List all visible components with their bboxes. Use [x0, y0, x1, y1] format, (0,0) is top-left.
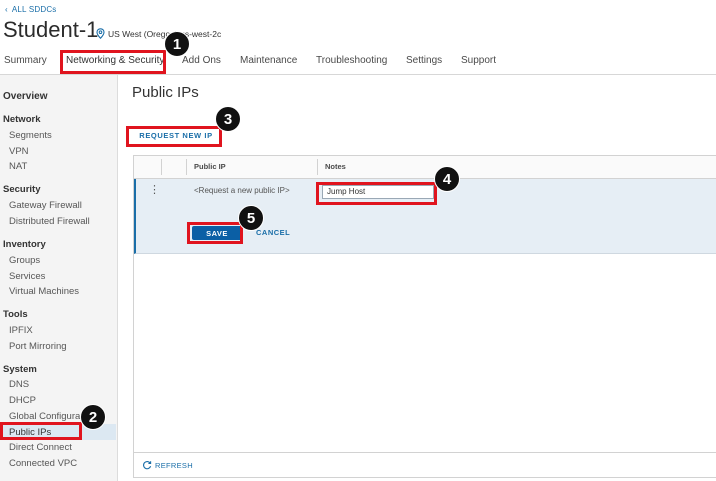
page-heading: Student-1 [3, 17, 99, 42]
sidebar-item-connected-vpc[interactable]: Connected VPC [9, 458, 77, 469]
refresh-button[interactable]: REFRESH [142, 460, 193, 470]
page-title: Public IPs [132, 84, 199, 101]
highlight-notes-input [316, 182, 437, 205]
sidebar-heading-inventory: Inventory [3, 239, 46, 250]
sidebar-item-services[interactable]: Services [9, 271, 45, 282]
tab-support[interactable]: Support [461, 53, 496, 73]
sidebar-item-dhcp[interactable]: DHCP [9, 395, 36, 406]
callout-badge-1: 1 [164, 31, 190, 57]
sidebar-item-vpn[interactable]: VPN [9, 146, 29, 157]
refresh-label: REFRESH [155, 460, 193, 470]
column-header-notes[interactable]: Notes [325, 162, 346, 171]
tab-summary[interactable]: Summary [4, 53, 47, 73]
sidebar-item-virtual-machines[interactable]: Virtual Machines [9, 286, 79, 297]
sidebar-heading-tools: Tools [3, 309, 28, 320]
column-divider [186, 159, 187, 175]
highlight-networking-tab [60, 50, 166, 74]
sidebar-heading-network: Network [3, 114, 41, 125]
sidebar-item-dns[interactable]: DNS [9, 379, 29, 390]
cancel-button[interactable]: CANCEL [256, 228, 290, 237]
callout-badge-5: 5 [238, 205, 264, 231]
callout-badge-3: 3 [215, 106, 241, 132]
highlight-public-ips [0, 422, 82, 440]
column-divider [317, 159, 318, 175]
callout-badge-4: 4 [434, 166, 460, 192]
tab-settings[interactable]: Settings [406, 53, 442, 73]
sidebar-item-segments[interactable]: Segments [9, 130, 52, 141]
highlight-request-button [126, 126, 222, 147]
refresh-icon [143, 461, 152, 470]
chevron-left-icon: ‹ [5, 5, 8, 14]
sidebar-item-nat[interactable]: NAT [9, 161, 27, 172]
column-header-public-ip[interactable]: Public IP [194, 162, 226, 171]
highlight-save-button [187, 222, 243, 244]
sidebar-item-port-mirroring[interactable]: Port Mirroring [9, 341, 67, 352]
all-sddcs-link[interactable]: ‹ ALL SDDCs [5, 5, 57, 14]
sidebar-item-groups[interactable]: Groups [9, 255, 40, 266]
sidebar-item-direct-connect[interactable]: Direct Connect [9, 442, 72, 453]
location-pin-icon [96, 28, 105, 39]
sidebar-item-distributed-firewall[interactable]: Distributed Firewall [9, 216, 90, 227]
sidebar-item-ipfix[interactable]: IPFIX [9, 325, 33, 336]
tab-troubleshooting[interactable]: Troubleshooting [316, 53, 387, 73]
public-ip-placeholder: <Request a new public IP> [194, 186, 290, 195]
back-link-label: ALL SDDCs [11, 5, 57, 14]
tab-maintenance[interactable]: Maintenance [240, 53, 297, 73]
sidebar-item-overview[interactable]: Overview [3, 91, 47, 102]
callout-badge-2: 2 [80, 404, 106, 430]
sidebar-heading-security: Security [3, 184, 41, 195]
kebab-menu-icon[interactable]: ⋮ [149, 185, 160, 196]
sidebar-item-gateway-firewall[interactable]: Gateway Firewall [9, 200, 82, 211]
sidebar-heading-system: System [3, 364, 37, 375]
tab-add-ons[interactable]: Add Ons [182, 53, 221, 73]
grid-footer: REFRESH [134, 452, 716, 477]
column-divider [161, 159, 162, 175]
region-info: US West (Oregon) us-west-2c [96, 28, 221, 39]
grid-header: Public IP Notes [134, 156, 716, 179]
